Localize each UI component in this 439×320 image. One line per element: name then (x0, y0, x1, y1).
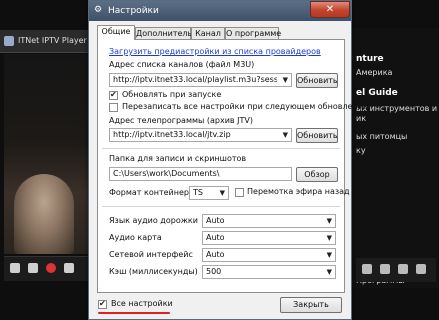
tvguide-url-value: http://iptv.itnet33.local/jtv.zip (113, 130, 231, 139)
divider (102, 206, 340, 207)
all-settings-checkbox[interactable] (98, 299, 107, 309)
audio-card-label: Аудио карта (109, 233, 162, 242)
player-title: ITNet IPTV Player (18, 36, 87, 45)
record-icon[interactable] (46, 263, 56, 273)
chevron-down-icon: ▼ (282, 76, 288, 84)
guide-item[interactable]: nture (356, 54, 439, 64)
chevron-down-icon: ▼ (326, 251, 332, 259)
records-folder-label: Папка для записи и скриншотов (109, 154, 247, 163)
guide-item[interactable]: Америка (356, 68, 439, 77)
channels-url-value: http://iptv.itnet33.local/playlist.m3u?s… (113, 75, 277, 84)
overwrite-settings-checkbox[interactable] (109, 103, 118, 112)
tab-advanced[interactable]: Дополнительно (135, 27, 202, 39)
highlight-underline (98, 312, 170, 314)
guide-item[interactable]: ик (356, 114, 439, 123)
audio-track-label: Язык аудио дорожки (109, 216, 198, 225)
list-icon[interactable] (362, 264, 372, 274)
program-guide: nture Америка el Guide ых инструментов и… (352, 28, 439, 288)
browse-button[interactable]: Обзор (296, 167, 338, 182)
guide-item[interactable]: el Guide (356, 88, 439, 98)
video-frame (14, 174, 74, 254)
player-logo-icon (4, 36, 14, 46)
chevron-down-icon: ▼ (219, 189, 225, 197)
tvguide-url-combo[interactable]: http://iptv.itnet33.local/jtv.zip ▼ (109, 128, 292, 142)
video-area[interactable] (4, 54, 92, 254)
network-interface-value: Auto (206, 250, 225, 259)
refresh-channels-button[interactable]: Обновить (296, 73, 338, 88)
player-right-toolbar (356, 258, 436, 282)
channels-url-combo[interactable]: http://iptv.itnet33.local/playlist.m3u?s… (109, 73, 292, 87)
volume-icon[interactable] (64, 263, 74, 273)
chevron-down-icon: ▼ (326, 234, 332, 242)
channels-label: Адрес списка каналов (файл M3U) (109, 60, 255, 69)
audio-track-select[interactable]: Auto ▼ (202, 214, 336, 228)
guide-item[interactable]: ых питомцы (356, 132, 439, 141)
player-controls (4, 256, 92, 281)
all-settings-label: Все настройки (111, 299, 173, 308)
audio-card-value: Auto (206, 233, 225, 242)
network-interface-select[interactable]: Auto ▼ (202, 248, 336, 262)
player-titlebar: ITNet IPTV Player (0, 30, 98, 53)
container-format-label: Формат контейнера (109, 188, 194, 197)
stop-icon[interactable] (10, 263, 20, 273)
fullscreen-icon[interactable] (380, 264, 390, 274)
cache-value: 500 (206, 267, 222, 276)
overwrite-settings-label: Перезаписать все настройки при следующем… (122, 102, 369, 111)
network-interface-label: Сетевой интерфейс (109, 250, 193, 259)
gear-icon: ⚙ (94, 5, 103, 15)
tvguide-label: Адрес телепрограммы (архив JTV) (109, 116, 254, 125)
dialog-titlebar[interactable]: ⚙ Настройки ✕ (89, 1, 351, 21)
guide-item[interactable]: ку (356, 146, 439, 155)
chevron-down-icon: ▼ (326, 268, 332, 276)
audio-card-select[interactable]: Auto ▼ (202, 231, 336, 245)
tab-panel-general: Загрузить предиастройки из списка провай… (97, 39, 368, 293)
update-on-start-label: Обновлять при запуске (122, 90, 222, 99)
tab-about[interactable]: О программе (225, 27, 281, 39)
settings-icon[interactable] (398, 264, 408, 274)
update-on-start-checkbox[interactable] (109, 90, 118, 100)
records-folder-input[interactable]: C:\Users\work\Documents\ (109, 167, 292, 181)
timeshift-checkbox[interactable] (235, 188, 244, 197)
cache-label: Кэш (миллисекунды) (109, 267, 198, 276)
cache-select[interactable]: 500 ▼ (202, 265, 336, 279)
guide-item[interactable]: ых инструментов и (356, 104, 439, 113)
tab-general[interactable]: Общие (97, 25, 135, 40)
close-button[interactable]: Закрыть (280, 297, 342, 313)
container-format-select[interactable]: TS ▼ (189, 186, 229, 200)
audio-track-value: Auto (206, 216, 225, 225)
timeshift-label: Перемотка эфира назад (247, 187, 350, 196)
container-format-value: TS (193, 188, 203, 197)
close-window-button[interactable]: ✕ (310, 1, 350, 18)
dialog-title: Настройки (108, 6, 159, 16)
chevron-down-icon: ▼ (326, 217, 332, 225)
play-icon[interactable] (28, 263, 38, 273)
info-icon[interactable] (416, 264, 426, 274)
chevron-down-icon: ▼ (282, 131, 288, 139)
refresh-tvguide-button[interactable]: Обновить (296, 128, 338, 143)
tab-channel[interactable]: Канал (191, 27, 225, 39)
settings-dialog: ⚙ Настройки ✕ Общие Дополнительно Канал … (88, 0, 368, 320)
load-presets-link[interactable]: Загрузить предиастройки из списка провай… (109, 47, 321, 57)
divider (102, 148, 340, 149)
